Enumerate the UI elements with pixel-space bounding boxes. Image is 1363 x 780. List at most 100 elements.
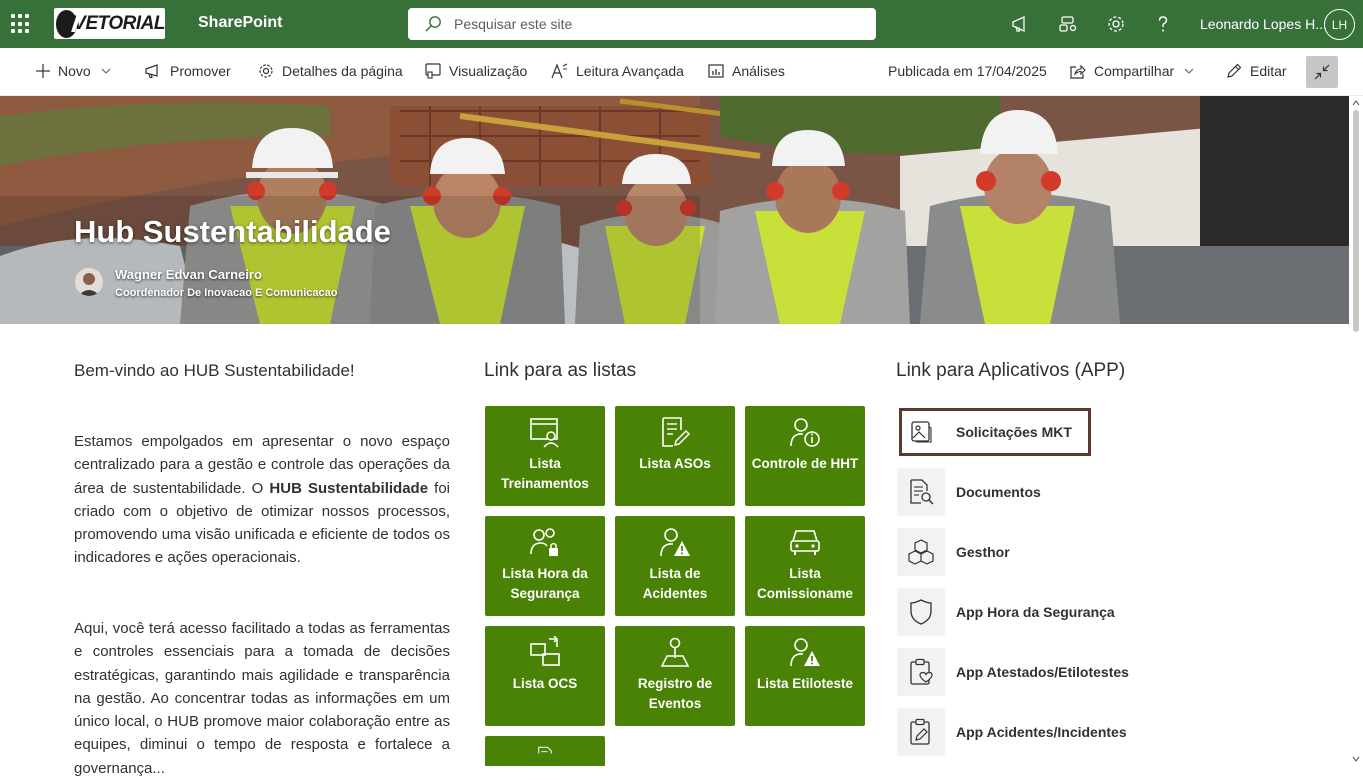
plus-icon xyxy=(36,64,50,78)
author-name[interactable]: Wagner Edvan Carneiro xyxy=(115,267,262,282)
chevron-down-icon xyxy=(101,68,111,74)
tile-label: Controle de HHT xyxy=(751,456,859,471)
tile-registro-eventos[interactable]: Registro de Eventos xyxy=(615,626,735,726)
welcome-heading: Bem-vindo ao HUB Sustentabilidade! xyxy=(74,361,355,380)
app-link-gesthor[interactable]: Gesthor xyxy=(897,528,1010,576)
gear-icon xyxy=(259,64,273,78)
share-label: Compartilhar xyxy=(1094,63,1175,79)
tile-label: Lista Treinamentos xyxy=(501,456,589,491)
app-icon-box xyxy=(897,648,945,696)
preview-label: Visualização xyxy=(449,63,528,79)
person-info-icon xyxy=(790,418,820,447)
preview-icon xyxy=(425,63,441,79)
app-link-atestados-etilotestes[interactable]: App Atestados/Etilotestes xyxy=(897,648,1129,696)
tile-lista-treinamentos[interactable]: Lista Treinamentos xyxy=(485,406,605,506)
logo-mark-icon xyxy=(56,9,78,38)
cubes-icon xyxy=(908,539,934,565)
page-scrollbar[interactable] xyxy=(1349,96,1363,766)
new-label: Novo xyxy=(58,63,91,79)
tile-lista-acidentes[interactable]: Lista de Acidentes xyxy=(615,516,735,616)
tile-lista-ocs[interactable]: Lista OCS xyxy=(485,626,605,726)
page-details-label: Detalhes da página xyxy=(282,63,403,79)
app-label: Gesthor xyxy=(956,544,1010,560)
app-label: App Atestados/Etilotestes xyxy=(956,664,1129,680)
author-role: Coordenador De Inovacao E Comunicacao xyxy=(115,287,338,299)
vehicle-icon xyxy=(790,530,820,555)
document-search-icon xyxy=(910,479,934,505)
app-icon-box xyxy=(897,708,945,756)
published-date: Publicada em 17/04/2025 xyxy=(888,63,1047,79)
app-icon-box xyxy=(897,468,945,516)
app-name[interactable]: SharePoint xyxy=(198,14,282,32)
analytics-icon xyxy=(708,64,724,78)
megaphone-icon[interactable] xyxy=(1008,12,1032,36)
tile-label: Lista Hora da Segurança xyxy=(502,566,588,601)
training-icon xyxy=(530,418,559,448)
search-box[interactable] xyxy=(408,8,876,40)
clipboard-heart-icon xyxy=(910,658,933,685)
share-icon xyxy=(1070,64,1086,79)
lists-heading: Link para as listas xyxy=(484,360,637,381)
page-details-button[interactable]: Detalhes da página xyxy=(258,48,403,94)
app-label: App Hora da Segurança xyxy=(956,604,1115,620)
analytics-button[interactable]: Análises xyxy=(708,48,785,94)
analytics-label: Análises xyxy=(732,63,785,79)
share-button[interactable]: Compartilhar xyxy=(1070,48,1194,94)
person-alert-icon xyxy=(790,638,820,667)
scroll-down-icon[interactable] xyxy=(1352,756,1360,762)
tile-label: Lista Etiloteste xyxy=(756,676,854,691)
page-title: Hub Sustentabilidade xyxy=(74,214,391,249)
pencil-icon xyxy=(1227,63,1242,78)
new-button[interactable]: Novo xyxy=(36,48,111,94)
promote-label: Promover xyxy=(170,63,231,79)
promote-button[interactable]: Promover xyxy=(145,48,231,94)
edit-label: Editar xyxy=(1250,63,1287,79)
company-logo[interactable]: VETORIAL xyxy=(54,8,165,39)
tile-controle-hht[interactable]: Controle de HHT xyxy=(745,406,865,506)
tile-label: Lista de Acidentes xyxy=(642,566,708,601)
help-icon[interactable] xyxy=(1151,12,1175,36)
hub-name-bold: HUB Sustentabilidade xyxy=(269,479,429,497)
tile-lista-asos[interactable]: Lista ASOs xyxy=(615,406,735,506)
tile-partial[interactable] xyxy=(485,736,605,766)
tile-lista-comissioname[interactable]: Lista Comissioname xyxy=(745,516,865,616)
app-link-hora-seguranca[interactable]: App Hora da Segurança xyxy=(897,588,1115,636)
search-input[interactable] xyxy=(454,16,834,32)
tile-lista-etiloteste[interactable]: Lista Etiloteste xyxy=(745,626,865,726)
scroll-up-icon[interactable] xyxy=(1352,100,1360,106)
immersive-reader-icon xyxy=(551,63,568,79)
user-avatar[interactable]: LH xyxy=(1324,9,1355,40)
user-name[interactable]: Leonardo Lopes H... xyxy=(1200,16,1327,32)
immersive-reader-label: Leitura Avançada xyxy=(576,63,684,79)
immersive-reader-button[interactable]: Leitura Avançada xyxy=(551,48,684,94)
search-icon xyxy=(425,16,441,32)
app-link-solicitacoes-mkt[interactable]: Solicitações MKT xyxy=(897,408,1072,456)
tile-label: Registro de Eventos xyxy=(637,676,713,711)
app-icon-box xyxy=(897,588,945,636)
app-link-acidentes-incidentes[interactable]: App Acidentes/Incidentes xyxy=(897,708,1127,756)
collapse-button[interactable] xyxy=(1306,56,1338,88)
tile-label: Lista Comissioname xyxy=(756,566,854,601)
preview-button[interactable]: Visualização xyxy=(425,48,527,94)
tile-lista-hora-seguranca[interactable]: Lista Hora da Segurança xyxy=(485,516,605,616)
teams-icon[interactable] xyxy=(1056,12,1080,36)
command-bar: Novo Promover Detalhes da página Visuali… xyxy=(0,48,1363,96)
shield-icon xyxy=(910,599,932,625)
swap-icon xyxy=(530,636,560,666)
apps-heading: Link para Aplicativos (APP) xyxy=(896,360,1126,381)
scroll-thumb[interactable] xyxy=(1353,110,1359,332)
app-icon-box xyxy=(897,528,945,576)
edit-button[interactable]: Editar xyxy=(1226,48,1287,94)
settings-gear-icon[interactable] xyxy=(1104,12,1128,36)
tile-label: Lista ASOs xyxy=(639,456,711,471)
suite-bar: VETORIAL SharePoint Leonardo Lopes H... … xyxy=(0,0,1363,48)
author-avatar[interactable] xyxy=(75,268,103,296)
document-icon xyxy=(538,746,552,754)
welcome-paragraph-2: Aqui, você terá acesso facilitado a toda… xyxy=(74,620,450,777)
app-link-documentos[interactable]: Documentos xyxy=(897,468,1041,516)
app-launcher-icon[interactable] xyxy=(11,14,31,34)
megaphone-icon xyxy=(145,64,158,79)
app-icon-box xyxy=(897,408,945,456)
welcome-paragraph-1: Estamos empolgados em apresentar o novo … xyxy=(74,433,451,567)
document-edit-icon xyxy=(662,417,691,447)
